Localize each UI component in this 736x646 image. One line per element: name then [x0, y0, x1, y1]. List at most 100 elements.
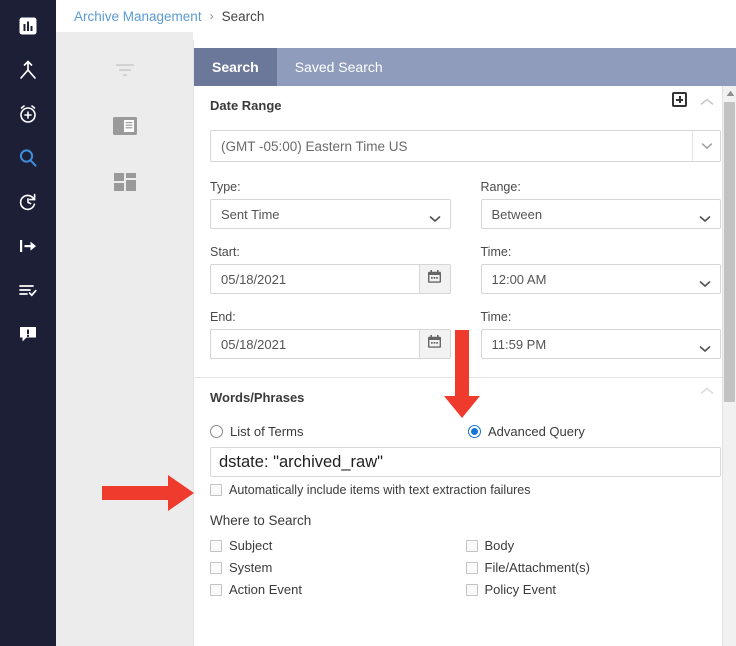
end-time-value: 11:59 PM: [491, 336, 547, 352]
chevron-up-icon[interactable]: [699, 95, 715, 105]
grid-layout-icon: [112, 171, 138, 198]
section-body-date-range: (GMT -05:00) Eastern Time US Type: Sent …: [210, 120, 721, 377]
primary-nav-rail: [0, 0, 56, 646]
checkbox-label-policy-event: Policy Event: [484, 582, 557, 597]
reading-pane-icon: [112, 115, 138, 142]
panel-button-reading-pane[interactable]: [56, 106, 193, 150]
panel-button-grid-layout[interactable]: [56, 162, 193, 206]
checkbox-subject[interactable]: Subject: [210, 538, 466, 553]
radio-label-advanced-query: Advanced Query: [488, 424, 585, 439]
checkbox-file-attachments[interactable]: File/Attachment(s): [465, 560, 722, 575]
start-date-picker-button[interactable]: [418, 264, 451, 294]
chevron-down-icon: [699, 341, 711, 356]
sidebar-item-history[interactable]: [0, 180, 56, 224]
chevron-down-icon[interactable]: [692, 131, 720, 161]
search-icon: [17, 147, 39, 169]
panel-button-filter[interactable]: [56, 50, 193, 94]
checkbox-icon: [465, 539, 478, 552]
section-header-date-range: Date Range: [210, 86, 721, 120]
section-title-date-range: Date Range: [210, 97, 282, 113]
end-date-wrapper: 05/18/2021: [210, 329, 451, 359]
range-value: Between: [491, 206, 543, 222]
chevron-down-icon: [699, 211, 711, 226]
start-time-select[interactable]: 12:00 AM: [480, 264, 721, 294]
tab-strip: Search Saved Search: [194, 48, 736, 86]
breadcrumb-current-search: Search: [221, 8, 265, 24]
type-field: Type: Sent Time: [210, 180, 451, 229]
where-to-search-title: Where to Search: [210, 513, 312, 528]
sidebar-item-search[interactable]: [0, 136, 56, 180]
range-field: Range: Between: [480, 180, 721, 229]
advanced-query-input[interactable]: dstate: "archived_raw": [210, 447, 721, 477]
start-date-wrapper: 05/18/2021: [210, 264, 451, 294]
end-time-field: Time: 11:59 PM: [480, 310, 721, 359]
checkbox-body[interactable]: Body: [465, 538, 722, 553]
section-header-words-phrases: Words/Phrases: [210, 378, 721, 412]
start-time-label: Time:: [480, 245, 512, 259]
end-time-label: Time:: [480, 310, 512, 324]
timezone-row: (GMT -05:00) Eastern Time US: [210, 128, 721, 166]
tab-search[interactable]: Search: [194, 48, 277, 86]
checkbox-label-action-event: Action Event: [229, 582, 302, 597]
main-content: Search Saved Search Date Range (GMT -05:…: [193, 40, 736, 646]
start-field: Start: 05/18/2021: [210, 245, 451, 294]
tab-saved-search[interactable]: Saved Search: [277, 48, 401, 86]
chevron-down-icon: [699, 276, 711, 291]
sidebar-item-tasks[interactable]: [0, 268, 56, 312]
secondary-tool-panel: [56, 32, 193, 646]
radio-option-list-of-terms[interactable]: List of Terms: [210, 424, 468, 439]
start-date-input[interactable]: 05/18/2021: [210, 264, 419, 294]
timezone-value: (GMT -05:00) Eastern Time US: [221, 138, 408, 154]
sidebar-item-dashboard[interactable]: [0, 4, 56, 48]
section-words-phrases: Words/Phrases List of Terms Advanced Que…: [194, 378, 736, 618]
dashboard-icon: [17, 15, 39, 37]
calendar-icon: [427, 334, 442, 354]
type-range-row: Type: Sent Time Range: Between: [210, 180, 721, 229]
query-mode-radio-group: List of Terms Advanced Query: [210, 424, 721, 439]
add-date-range-icon[interactable]: [672, 92, 687, 107]
sidebar-item-new-alert[interactable]: [0, 92, 56, 136]
checkbox-label-body: Body: [484, 538, 515, 553]
start-label: Start:: [210, 245, 240, 259]
end-date-picker-button[interactable]: [418, 329, 451, 359]
timezone-select[interactable]: (GMT -05:00) Eastern Time US: [210, 130, 721, 162]
calendar-icon: [427, 269, 442, 289]
end-date-input[interactable]: 05/18/2021: [210, 329, 419, 359]
section-body-words-phrases: List of Terms Advanced Query dstate: "ar…: [210, 412, 721, 618]
notification-icon: [17, 323, 39, 345]
filter-icon: [113, 60, 137, 85]
export-icon: [17, 235, 39, 257]
end-time-row: End: 05/18/2021 Time: 11:59 PM: [210, 310, 721, 359]
start-date-value: 05/18/2021: [221, 271, 287, 287]
sidebar-item-export[interactable]: [0, 224, 56, 268]
checkbox-icon: [210, 583, 222, 596]
type-label: Type:: [210, 180, 241, 194]
breadcrumb-link-archive-management[interactable]: Archive Management: [74, 9, 202, 24]
checkbox-icon: [210, 539, 222, 552]
end-time-select[interactable]: 11:59 PM: [480, 329, 721, 359]
radio-option-advanced-query[interactable]: Advanced Query: [468, 424, 585, 439]
section-title-words-phrases: Words/Phrases: [210, 389, 305, 405]
sidebar-item-workflow[interactable]: [0, 48, 56, 92]
checkbox-icon: [465, 561, 478, 574]
end-label: End:: [210, 310, 236, 324]
scrollbar-thumb[interactable]: [724, 102, 735, 402]
workflow-icon: [17, 59, 39, 81]
radio-icon-selected: [468, 425, 481, 438]
checkbox-action-event[interactable]: Action Event: [210, 582, 466, 597]
section-tools-words-phrases: [699, 384, 715, 394]
scroll-up-arrow-icon[interactable]: [723, 86, 736, 100]
checkbox-system[interactable]: System: [210, 560, 466, 575]
advanced-query-value: dstate: "archived_raw": [219, 452, 383, 471]
vertical-scrollbar[interactable]: [722, 86, 736, 646]
type-select[interactable]: Sent Time: [210, 199, 451, 229]
range-select[interactable]: Between: [480, 199, 721, 229]
end-field: End: 05/18/2021: [210, 310, 451, 359]
checkbox-policy-event[interactable]: Policy Event: [465, 582, 722, 597]
checkbox-icon: [210, 484, 222, 496]
checkbox-extraction-failures[interactable]: Automatically include items with text ex…: [210, 483, 721, 497]
radio-label-list-of-terms: List of Terms: [230, 424, 304, 439]
chevron-up-icon[interactable]: [699, 384, 715, 394]
sidebar-item-notifications[interactable]: [0, 312, 56, 356]
checkbox-label-subject: Subject: [229, 538, 273, 553]
